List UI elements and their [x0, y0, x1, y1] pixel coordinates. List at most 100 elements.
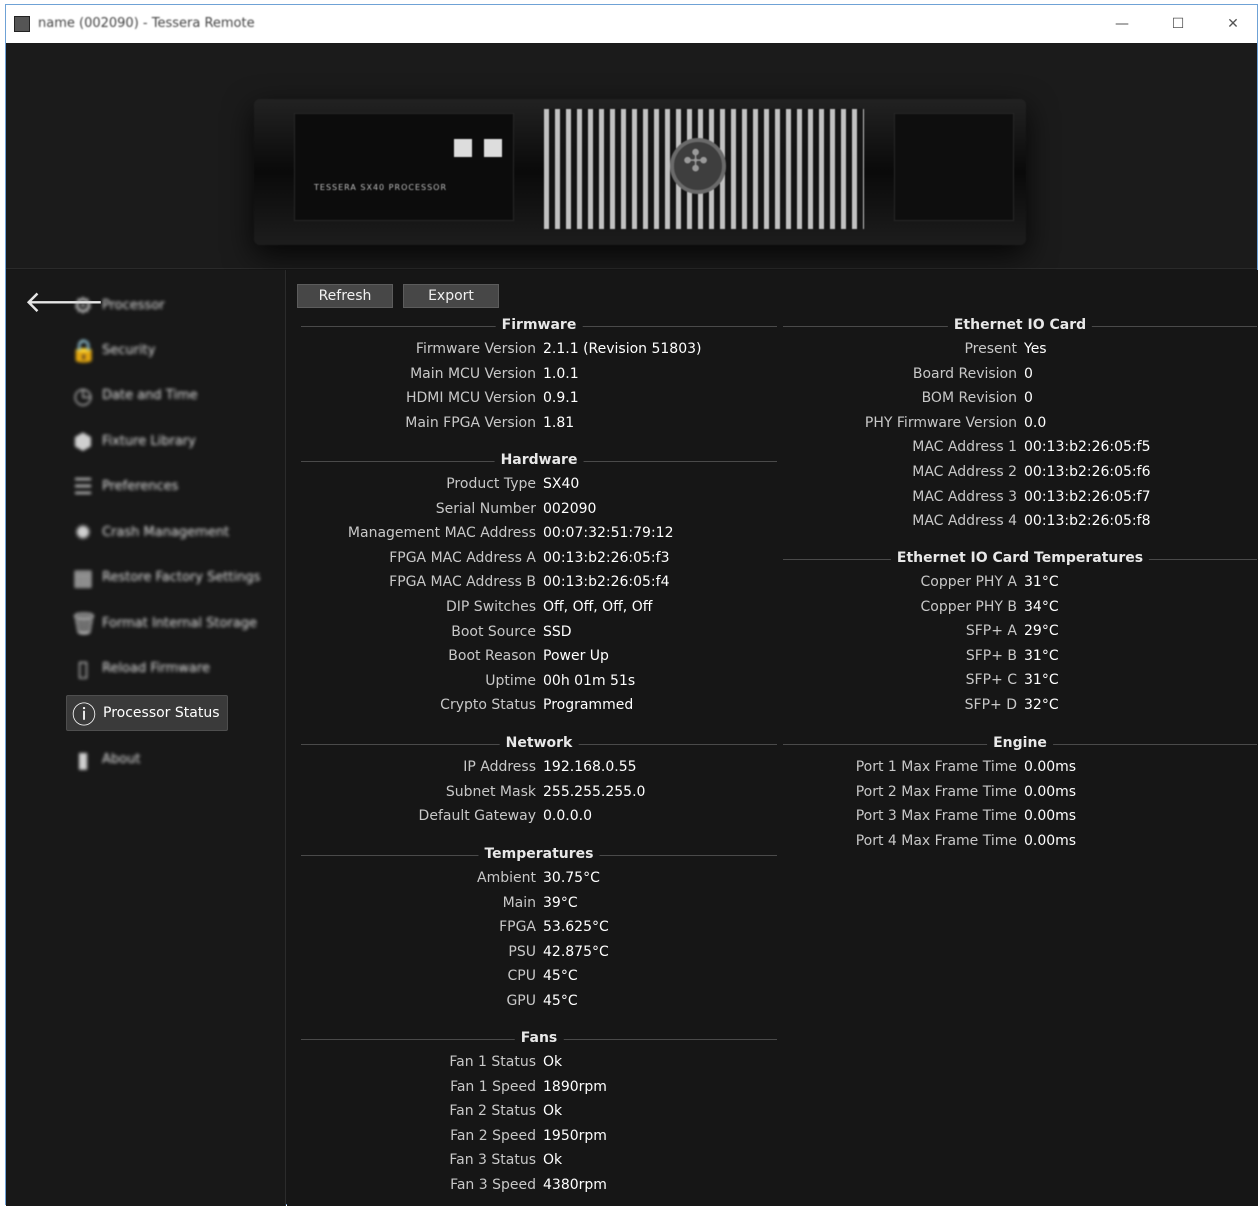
close-button[interactable]: ✕	[1210, 11, 1256, 37]
crash-icon: ✹	[73, 521, 93, 546]
sidebar-item[interactable]: ✹ Crash Management	[66, 515, 230, 551]
refresh-button[interactable]: Refresh	[297, 284, 393, 308]
section-title: Fans	[514, 1030, 564, 1046]
info-value: 0.00ms	[1024, 832, 1077, 849]
info-value: Ok	[543, 1054, 563, 1070]
maximize-button[interactable]: ☐	[1155, 11, 1201, 37]
info-icon: ⓘ	[72, 701, 96, 729]
info-value: Power Up	[543, 648, 609, 665]
info-label: Boot Source	[451, 623, 536, 640]
info-row: Port 2 Max Frame Time 0.00ms	[783, 782, 1257, 804]
info-label: Port 1 Max Frame Time	[855, 759, 1017, 775]
info-row: Copper PHY A 31°C	[783, 572, 1257, 594]
info-row: Port 3 Max Frame Time 0.00ms	[783, 806, 1257, 828]
sidebar-item-label: Security	[102, 343, 156, 358]
info-value: 32°C	[1024, 697, 1059, 713]
info-value: 45°C	[543, 993, 578, 1009]
lock-icon: 🔒	[70, 339, 98, 364]
sidebar-item[interactable]: 🗑 Format Internal Storage	[66, 606, 257, 642]
info-label: CPU	[507, 968, 536, 985]
info-label: Serial Number	[435, 500, 536, 517]
info-label: Fan 3 Status	[449, 1152, 536, 1169]
info-row: Ambient 30.75°C	[301, 868, 777, 890]
info-label: MAC Address 1	[912, 439, 1017, 456]
trash-icon: 🗑	[70, 612, 98, 637]
info-value: 0.00ms	[1024, 783, 1077, 800]
info-row: SFP+ B 31°C	[783, 646, 1257, 668]
sidebar-item-label: Fixture Library	[102, 434, 196, 449]
sidebar-item-label: Restore Factory Settings	[102, 570, 261, 585]
info-value: 0.00ms	[1024, 808, 1077, 825]
info-value: 31°C	[1024, 672, 1059, 689]
sidebar-item[interactable]: ⓘ Processor Status	[66, 695, 228, 731]
info-row: Boot Source SSD	[301, 622, 777, 644]
info-row: FPGA MAC Address B 00:13:b2:26:05:f4	[301, 572, 777, 594]
section-title: Ethernet IO Card Temperatures	[890, 550, 1150, 566]
info-value: 00:13:b2:26:05:f8	[1024, 513, 1151, 530]
firmware-icon: ▯	[76, 657, 90, 682]
info-label: Default Gateway	[418, 808, 536, 825]
info-label: Uptime	[485, 672, 536, 689]
info-label: MAC Address 4	[912, 513, 1017, 530]
info-row: PHY Firmware Version 0.0	[783, 413, 1257, 435]
info-row: Subnet Mask 255.255.255.0	[301, 782, 777, 804]
sidebar: 🡐 ⚙ Processor 🔒 Security ◷ Date and Time ⬢ Fixt…	[6, 270, 286, 1206]
info-row: Uptime 00h 01m 51s	[301, 671, 777, 693]
info-label: FPGA MAC Address A	[389, 549, 536, 566]
info-value: 00h 01m 51s	[543, 672, 636, 689]
info-value: 00:13:b2:26:05:f7	[1024, 488, 1151, 505]
info-label: Fan 1 Speed	[450, 1078, 536, 1095]
info-row: SFP+ C 31°C	[783, 670, 1257, 692]
info-row: Main FPGA Version 1.81	[301, 413, 777, 435]
info-row: Default Gateway 0.0.0.0	[301, 806, 777, 828]
info-value: 0.9.1	[543, 390, 579, 407]
cube-icon: ⬢	[73, 430, 93, 455]
info-label: Product Type	[446, 476, 536, 492]
info-value: 0	[1024, 390, 1033, 407]
sidebar-item[interactable]: ▦ Restore Factory Settings	[66, 560, 261, 596]
section-header: Ethernet IO Card	[783, 316, 1257, 336]
info-row: SFP+ A 29°C	[783, 621, 1257, 643]
info-label: Main FPGA Version	[405, 414, 536, 431]
sidebar-item-label: Crash Management	[102, 525, 230, 540]
info-row: Crypto Status Programmed	[301, 695, 777, 717]
sidebar-item[interactable]: 🔒 Security	[66, 333, 228, 369]
info-row: Product Type SX40	[301, 474, 777, 496]
sidebar-item[interactable]: ▮ About	[66, 742, 228, 778]
info-row: BOM Revision 0	[783, 388, 1257, 410]
info-row: CPU 45°C	[301, 966, 777, 988]
minimize-button[interactable]: —	[1099, 11, 1145, 37]
info-label: Main MCU Version	[410, 365, 536, 382]
info-value: 0	[1024, 365, 1033, 382]
sidebar-item[interactable]: ☰ Preferences	[66, 469, 228, 505]
section-title: Temperatures	[478, 846, 600, 862]
info-row: FPGA 53.625°C	[301, 917, 777, 939]
sidebar-item[interactable]: ▯ Reload Firmware	[66, 651, 228, 687]
sidebar-item[interactable]: ⬢ Fixture Library	[66, 424, 228, 460]
export-button[interactable]: Export	[403, 284, 499, 308]
sidebar-item-label: Preferences	[102, 479, 179, 494]
section-title: Network	[499, 735, 579, 751]
info-label: FPGA	[499, 919, 536, 936]
info-label: Main	[502, 894, 536, 911]
info-label: BOM Revision	[921, 390, 1017, 407]
sidebar-item[interactable]: ⚙ Processor	[66, 288, 228, 324]
main-content: Refresh Export Firmware Firmware Version 2…	[287, 270, 1258, 1206]
info-row: Fan 1 Speed 1890rpm	[301, 1077, 777, 1099]
info-value: 2.1.1 (Revision 51803)	[543, 341, 702, 357]
info-value: 45°C	[543, 968, 578, 985]
info-label: Subnet Mask	[445, 783, 536, 800]
section-title: Firmware	[495, 317, 583, 333]
info-label: SFP+ B	[965, 647, 1017, 664]
info-row: Port 1 Max Frame Time 0.00ms	[783, 757, 1257, 779]
section-header: Hardware	[301, 451, 777, 471]
sidebar-item[interactable]: ◷ Date and Time	[66, 378, 228, 414]
sidebar-item-label: Date and Time	[102, 388, 198, 403]
info-label: Firmware Version	[415, 341, 536, 357]
info-row: Serial Number 002090	[301, 499, 777, 521]
section-header: Network	[301, 734, 777, 754]
info-value: 0.0.0.0	[543, 808, 592, 825]
sidebar-item-label: Format Internal Storage	[102, 616, 258, 631]
section-header: Firmware	[301, 316, 777, 336]
section-title: Ethernet IO Card	[947, 317, 1093, 333]
